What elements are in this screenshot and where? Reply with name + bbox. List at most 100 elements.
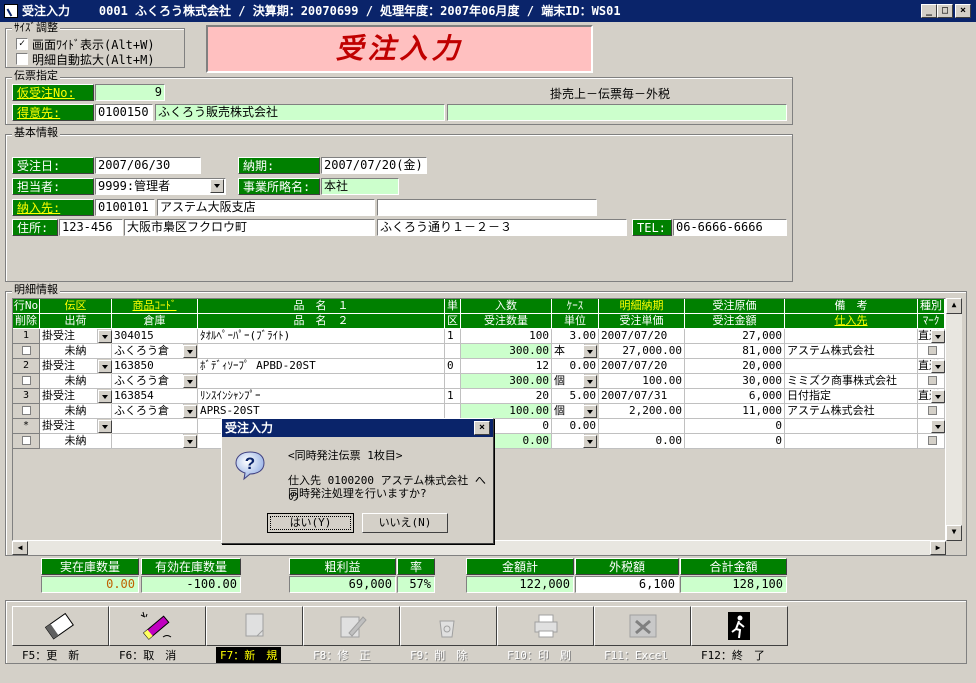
shiire-cell[interactable]: アステム株式会社 xyxy=(785,404,918,419)
biko-cell[interactable] xyxy=(785,359,918,374)
tan-cell[interactable]: 1 xyxy=(445,389,461,404)
mark-checkbox[interactable] xyxy=(918,434,945,449)
row-delete-checkbox[interactable] xyxy=(13,404,40,419)
row-delete-checkbox[interactable] xyxy=(13,344,40,359)
scroll-left-icon[interactable]: ◀ xyxy=(12,541,28,555)
soko-dropdown-icon[interactable] xyxy=(183,405,197,418)
mark-checkbox[interactable] xyxy=(918,404,945,419)
print-button[interactable] xyxy=(497,606,594,646)
scroll-up-icon[interactable]: ▲ xyxy=(946,298,962,314)
row-number[interactable]: 3 xyxy=(13,389,40,404)
soko-dropdown-icon[interactable] xyxy=(183,375,197,388)
yes-button[interactable]: はい(Y) xyxy=(267,513,354,533)
row-delete-checkbox[interactable] xyxy=(13,374,40,389)
excel-button[interactable] xyxy=(594,606,691,646)
name1-cell[interactable]: ﾎﾞﾃﾞｨｿｰﾌﾟ APBD-20ST xyxy=(198,359,445,374)
biko-cell[interactable] xyxy=(785,329,918,344)
noki-field[interactable]: 2007/07/20(金) xyxy=(321,157,427,174)
irisu-cell[interactable]: 12 xyxy=(461,359,552,374)
maximize-button[interactable]: □ xyxy=(937,4,953,18)
noki-cell[interactable]: 2007/07/20 xyxy=(599,359,685,374)
case-cell[interactable]: 0.00 xyxy=(552,359,599,374)
qty-cell[interactable]: 300.00 xyxy=(461,344,552,359)
tanto-dropdown-icon[interactable] xyxy=(210,179,224,193)
row-number[interactable]: 1 xyxy=(13,329,40,344)
edit-button[interactable] xyxy=(303,606,400,646)
product-code-cell[interactable]: 304015 xyxy=(112,329,198,344)
shiire-cell[interactable]: アステム株式会社 xyxy=(785,344,918,359)
denku-dropdown-icon[interactable] xyxy=(98,390,112,403)
ku-cell[interactable] xyxy=(445,404,461,419)
case-cell[interactable]: 3.00 xyxy=(552,329,599,344)
soko-select[interactable]: ふくろう倉 xyxy=(112,344,184,359)
unit-dropdown-icon[interactable] xyxy=(583,345,597,358)
karijuchu-field[interactable]: 9 xyxy=(95,84,165,101)
soko-select[interactable]: ふくろう倉 xyxy=(112,374,184,389)
mark-checkbox[interactable] xyxy=(918,344,945,359)
price-cell[interactable]: 0.00 xyxy=(599,434,685,449)
wide-display-checkbox[interactable]: ✓ xyxy=(16,38,28,50)
scroll-right-icon[interactable]: ▶ xyxy=(930,541,946,555)
unit-dropdown-icon[interactable] xyxy=(583,405,597,418)
name1-cell[interactable]: ﾀｵﾙﾍﾟｰﾊﾟｰ(ﾌﾞﾗｲﾄ) xyxy=(198,329,445,344)
name1-cell[interactable]: ﾘﾝｽｲﾝｼｬﾝﾌﾟｰ xyxy=(198,389,445,404)
tan-cell[interactable]: 0 xyxy=(445,359,461,374)
jigyo-field[interactable]: 本社 xyxy=(321,178,399,195)
irisu-cell[interactable]: 100 xyxy=(461,329,552,344)
shubetsu-dropdown-icon[interactable] xyxy=(931,420,945,433)
genka-cell[interactable]: 0 xyxy=(685,419,785,434)
denku-select[interactable]: 掛受注 xyxy=(40,329,98,344)
tokui-label[interactable]: 得意先: xyxy=(12,104,94,121)
ku-cell[interactable] xyxy=(445,344,461,359)
scroll-down-icon[interactable]: ▼ xyxy=(946,525,962,541)
auto-expand-checkbox[interactable] xyxy=(16,53,28,65)
address2-field[interactable]: ふくろう通り１－２－３ xyxy=(377,219,627,236)
soko-dropdown-icon[interactable] xyxy=(183,435,197,448)
product-code-cell[interactable]: 163850 xyxy=(112,359,198,374)
delete-button[interactable] xyxy=(400,606,497,646)
row-number[interactable]: 2 xyxy=(13,359,40,374)
new-button[interactable] xyxy=(206,606,303,646)
genka-cell[interactable]: 6,000 xyxy=(685,389,785,404)
exit-button[interactable] xyxy=(691,606,788,646)
genka-cell[interactable]: 20,000 xyxy=(685,359,785,374)
noki-cell[interactable] xyxy=(599,419,685,434)
price-cell[interactable]: 27,000.00 xyxy=(599,344,685,359)
karijuchu-label[interactable]: 仮受注No: xyxy=(12,84,94,101)
soko-select[interactable] xyxy=(112,434,184,449)
product-code-cell[interactable]: 163854 xyxy=(112,389,198,404)
no-button[interactable]: いいえ(N) xyxy=(362,513,448,533)
nonyu-code-field[interactable]: 0100101 xyxy=(95,199,155,216)
minimize-button[interactable]: _ xyxy=(921,4,937,18)
soko-select[interactable]: ふくろう倉 xyxy=(112,404,184,419)
tokui-extra-field[interactable] xyxy=(447,104,787,121)
ku-cell[interactable] xyxy=(445,374,461,389)
shubetsu-dropdown-icon[interactable] xyxy=(931,390,945,403)
denku-select[interactable]: 掛受注 xyxy=(40,389,98,404)
biko-cell[interactable]: 日付指定 xyxy=(785,389,918,404)
unit-select[interactable]: 本 xyxy=(552,344,585,359)
shubetsu-dropdown-icon[interactable] xyxy=(931,360,945,373)
nonyu-name-field[interactable]: アステム大阪支店 xyxy=(157,199,375,216)
case-cell[interactable]: 5.00 xyxy=(552,389,599,404)
tokui-name-field[interactable]: ふくろう販売株式会社 xyxy=(155,104,445,121)
qty-cell[interactable]: 100.00 xyxy=(461,404,552,419)
price-cell[interactable]: 100.00 xyxy=(599,374,685,389)
denku-select[interactable]: 掛受注 xyxy=(40,359,98,374)
biko-cell[interactable] xyxy=(785,419,918,434)
dialog-close-button[interactable]: × xyxy=(474,421,490,435)
zip-field[interactable]: 123-456 xyxy=(59,219,123,236)
denku-dropdown-icon[interactable] xyxy=(98,330,112,343)
close-button[interactable]: × xyxy=(955,4,971,18)
update-button[interactable] xyxy=(12,606,109,646)
shiire-cell[interactable]: ミミズク商事株式会社 xyxy=(785,374,918,389)
tel-field[interactable]: 06-6666-6666 xyxy=(673,219,787,236)
unit-select[interactable]: 個 xyxy=(552,374,585,389)
noki-cell[interactable]: 2007/07/31 xyxy=(599,389,685,404)
juchu-date-field[interactable]: 2007/06/30 xyxy=(95,157,201,174)
unit-select[interactable] xyxy=(552,434,585,449)
price-cell[interactable]: 2,200.00 xyxy=(599,404,685,419)
detail-vscrollbar[interactable] xyxy=(946,298,962,541)
mark-checkbox[interactable] xyxy=(918,374,945,389)
zei-value[interactable]: 6,100 xyxy=(575,576,679,593)
